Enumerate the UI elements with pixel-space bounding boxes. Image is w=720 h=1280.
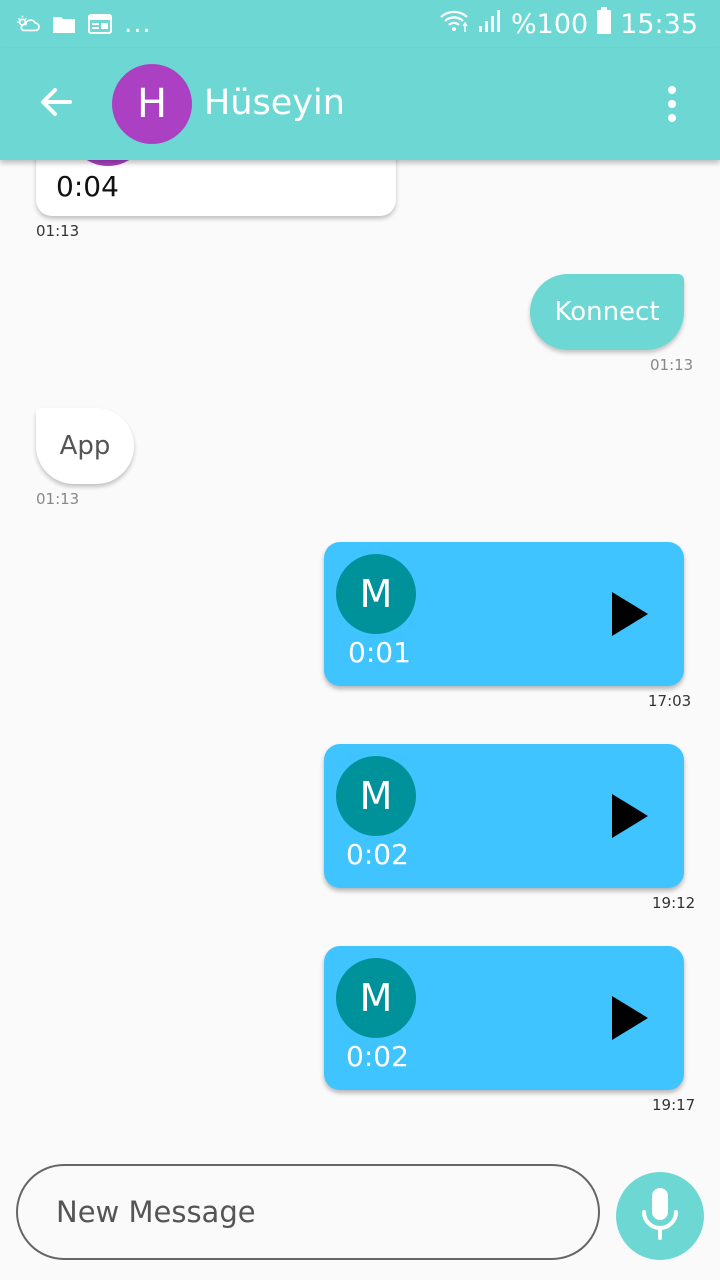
- status-bar: ... %100 15:35: [0, 0, 720, 48]
- signal-icon: [477, 8, 503, 41]
- battery-percent: %100: [510, 8, 589, 40]
- voice-duration: 0:04: [56, 170, 119, 203]
- status-overflow: ...: [124, 9, 152, 39]
- more-options-button[interactable]: [650, 78, 694, 130]
- contact-avatar[interactable]: H: [112, 64, 192, 144]
- calendar-icon: [88, 14, 112, 34]
- text-message-outgoing[interactable]: Konnect: [530, 274, 684, 350]
- record-voice-button[interactable]: [616, 1172, 704, 1260]
- message-time: 01:13: [36, 490, 80, 508]
- weather-icon: [16, 14, 40, 34]
- play-button[interactable]: [612, 794, 648, 838]
- back-button[interactable]: [30, 78, 82, 130]
- more-vert-icon-dot: [668, 100, 676, 108]
- play-icon: [612, 996, 648, 1040]
- contact-name[interactable]: Hüseyin: [204, 78, 345, 128]
- voice-message-outgoing[interactable]: M 0:02: [324, 946, 684, 1090]
- message-time: 01:13: [650, 356, 694, 374]
- microphone-icon: [638, 1186, 682, 1246]
- new-message-input[interactable]: [56, 1186, 576, 1238]
- voice-message-incoming[interactable]: 0:04: [36, 160, 396, 216]
- message-time: 19:12: [652, 894, 696, 912]
- message-time: 01:13: [36, 222, 80, 240]
- voice-duration: 0:02: [346, 838, 409, 871]
- status-left-icons: ...: [16, 8, 152, 40]
- wifi-icon: [439, 8, 469, 41]
- voice-message-outgoing[interactable]: M 0:01: [324, 542, 684, 686]
- message-list[interactable]: 0:04 01:13 Konnect 01:13 App 01:13 M 0:0…: [0, 160, 720, 1150]
- message-time: 19:17: [652, 1096, 696, 1114]
- message-composer: [16, 1164, 600, 1260]
- more-vert-icon: [668, 86, 676, 94]
- voice-duration: 0:01: [348, 636, 411, 669]
- play-button[interactable]: [612, 592, 648, 636]
- chat-header: H Hüseyin: [0, 48, 720, 160]
- arrow-left-icon: [36, 82, 76, 126]
- voice-sender-avatar: M: [336, 958, 416, 1038]
- play-icon: [612, 794, 648, 838]
- voice-duration: 0:02: [346, 1040, 409, 1073]
- voice-message-outgoing[interactable]: M 0:02: [324, 744, 684, 888]
- text-message-incoming[interactable]: App: [36, 408, 134, 484]
- folder-icon: [52, 14, 76, 34]
- more-vert-icon-dot: [668, 114, 676, 122]
- battery-icon: [596, 6, 612, 42]
- status-time: 15:35: [620, 8, 698, 40]
- status-right: %100 15:35: [439, 6, 698, 42]
- voice-sender-avatar: M: [336, 554, 416, 634]
- message-time: 17:03: [648, 692, 692, 710]
- voice-sender-avatar: [68, 160, 148, 166]
- play-button[interactable]: [612, 996, 648, 1040]
- voice-sender-avatar: M: [336, 756, 416, 836]
- play-icon: [612, 592, 648, 636]
